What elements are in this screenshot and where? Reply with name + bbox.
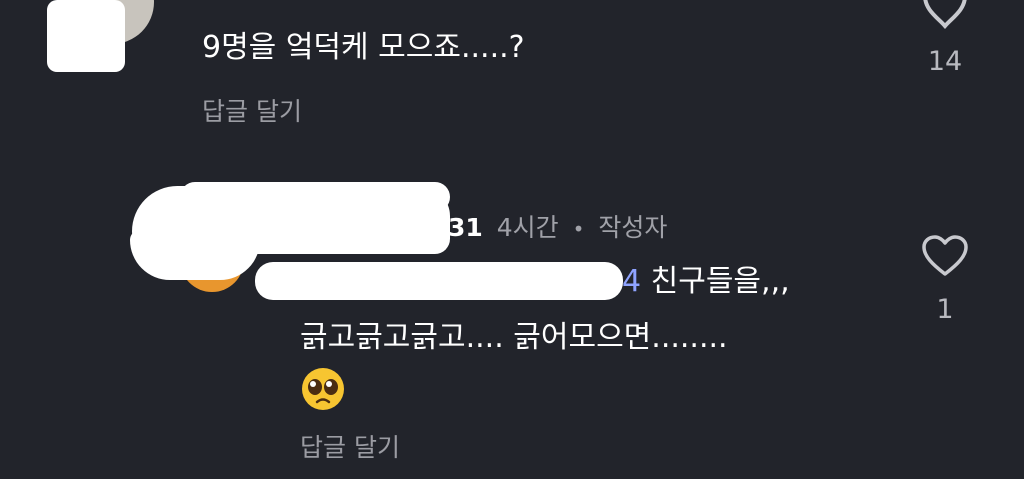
like-count: 14 <box>927 46 963 77</box>
comment-1: 9명을 엌덕케 모으죠.....? 답글 달기 14 <box>0 0 1024 140</box>
reply-button[interactable]: 답글 달기 <box>202 92 302 128</box>
heart-icon <box>923 0 967 30</box>
separator: • <box>572 217 585 241</box>
comment-meta: 31 4시간 • 작성자 <box>448 208 667 244</box>
comment-line-1: 4 친구들을,,, <box>622 260 790 304</box>
like-button[interactable] <box>920 0 970 36</box>
redacted-username <box>47 0 125 72</box>
comment-2: 31 4시간 • 작성자 4 친구들을,,, 긁고긁고긁고.... 긁어모으면.… <box>0 170 1024 479</box>
timestamp: 4시간 <box>496 213 559 242</box>
comment-line-2: 긁고긁고긁고.... 긁어모으면........ <box>300 320 728 355</box>
redacted-username <box>180 182 450 212</box>
like-button[interactable] <box>920 234 970 280</box>
reply-button[interactable]: 답글 달기 <box>300 428 400 464</box>
redacted-avatar <box>130 230 260 280</box>
comment-text: 친구들을,,, <box>641 264 790 299</box>
username[interactable]: 31 <box>448 213 483 242</box>
mention-link[interactable]: 4 <box>622 264 641 299</box>
author-badge: 작성자 <box>598 213 668 242</box>
pleading-face-icon <box>302 368 344 410</box>
heart-icon <box>922 235 968 276</box>
comment-text: 9명을 엌덕케 모으죠.....? <box>202 30 525 65</box>
emoji <box>300 366 346 412</box>
redacted-mention <box>255 262 623 300</box>
like-count: 1 <box>936 294 954 325</box>
